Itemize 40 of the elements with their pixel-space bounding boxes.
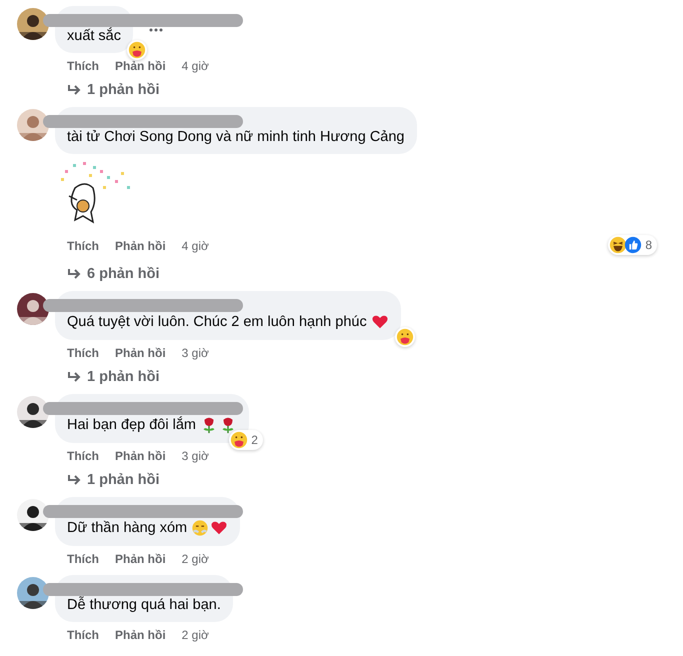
reply-link[interactable]: Phản hồi (115, 552, 166, 566)
like-link[interactable]: Thích (67, 239, 99, 253)
more-options-icon[interactable] (147, 26, 165, 34)
laughing-emoji-icon (609, 236, 628, 254)
comment-time[interactable]: 3 giờ (182, 346, 209, 360)
view-replies-link[interactable]: 6 phản hồi (55, 266, 160, 282)
comment-time[interactable]: 3 giờ (182, 449, 209, 463)
reaction-badge[interactable]: 8 (608, 235, 657, 255)
reply-arrow-icon (67, 371, 81, 383)
comment-text: Dễ thương quá hai bạn. (67, 597, 221, 613)
heart-icon (210, 519, 228, 537)
thumbs-up-icon (624, 236, 642, 254)
comment-time[interactable]: 4 giờ (182, 239, 209, 253)
like-link[interactable]: Thích (67, 552, 99, 566)
reply-arrow-icon (67, 474, 81, 486)
view-replies-link[interactable]: 1 phản hồi (55, 472, 160, 488)
reply-arrow-icon (67, 268, 81, 280)
like-link[interactable]: Thích (67, 346, 99, 360)
like-link[interactable]: Thích (67, 449, 99, 463)
comment-time[interactable]: 2 giờ (182, 628, 209, 642)
reply-link[interactable]: Phản hồi (115, 449, 166, 463)
comment-text: xuất sắc (67, 28, 121, 44)
view-replies-link[interactable]: 1 phản hồi (55, 82, 160, 98)
reaction-badge[interactable]: 2 (229, 430, 263, 450)
comment-time[interactable]: 4 giờ (182, 59, 209, 73)
heart-icon (370, 313, 389, 331)
view-replies-link[interactable]: 1 phản hồi (55, 369, 160, 385)
reply-link[interactable]: Phản hồi (115, 346, 166, 360)
reply-link[interactable]: Phản hồi (115, 239, 166, 253)
comment-text: tài tử Chơi Song Dong và nữ minh tinh Hương Cảng (67, 129, 405, 145)
comment-text: Quá tuyệt vời luôn. Chúc 2 em luôn hạnh phúc (67, 314, 367, 330)
reply-link[interactable]: Phản hồi (115, 628, 166, 642)
comment-text: Hai bạn đẹp đôi lắm (67, 417, 196, 433)
reply-link[interactable]: Phản hồi (115, 59, 166, 73)
steaming-face-icon (191, 519, 210, 537)
comment-time[interactable]: 2 giờ (182, 552, 209, 566)
like-link[interactable]: Thích (67, 628, 99, 642)
comment-text: Dữ thần hàng xóm (67, 520, 188, 536)
like-link[interactable]: Thích (67, 59, 99, 73)
reply-arrow-icon (67, 84, 81, 96)
